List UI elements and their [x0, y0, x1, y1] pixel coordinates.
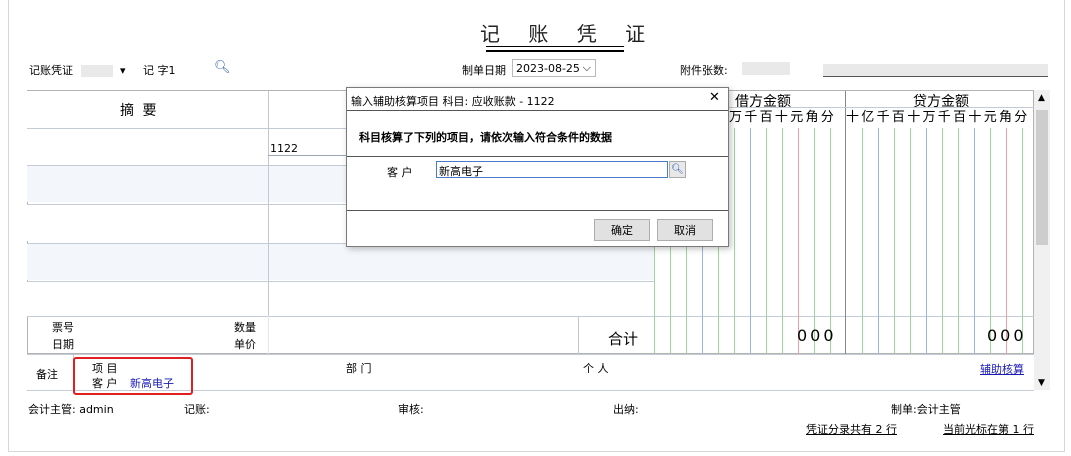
preparer-label: 制单:会计主管: [891, 403, 961, 416]
attachments-field[interactable]: [742, 62, 790, 75]
voucher-type-label: 记账凭证: [29, 64, 73, 77]
entry-row-4[interactable]: [27, 243, 654, 280]
individual-label: 个 人: [583, 362, 609, 375]
date-row-label: 日期: [52, 338, 74, 351]
remarks-label: 备注: [36, 368, 58, 381]
entries-count: 凭证分录共有 2 行: [806, 423, 897, 436]
cursor-position: 当前光标在第 1 行: [943, 423, 1034, 436]
unit-price-label: 单价: [234, 338, 256, 351]
cashier-label: 出纳:: [613, 403, 639, 416]
extra-field[interactable]: [823, 64, 1048, 77]
ticket-no-label: 票号: [52, 321, 74, 334]
bookkeeper-label: 记账:: [184, 403, 210, 416]
dialog-message: 科目核算了下列的项目，请依次输入符合条件的数据: [359, 131, 612, 144]
title-underline-double: [486, 50, 624, 52]
scrollbar-thumb[interactable]: [1036, 110, 1048, 245]
debit-units: 万千百十元角分: [729, 110, 837, 125]
chevron-down-icon[interactable]: ▾: [120, 64, 126, 77]
entry-row-5[interactable]: [27, 281, 654, 317]
chevron-down-icon[interactable]: ⌵: [583, 61, 591, 75]
date-field[interactable]: 2023-08-25 ⌵: [512, 59, 596, 77]
cancel-button[interactable]: 取消: [657, 219, 713, 241]
scroll-down-icon[interactable]: ▼: [1038, 378, 1045, 388]
auditor-label: 审核:: [398, 403, 424, 416]
voucher-type-select[interactable]: 记账凭证 ▾: [29, 62, 126, 78]
dialog-customer-label: 客 户: [387, 166, 413, 179]
title-underline: [486, 46, 624, 47]
voucher-word[interactable]: 记 字1: [143, 62, 176, 78]
search-icon[interactable]: 🔍︎: [669, 161, 686, 178]
row1-account-code: 1122: [270, 142, 298, 155]
credit-units: 十亿千百十万千百十元角分: [846, 110, 1030, 125]
dialog-customer-input[interactable]: 新高电子: [436, 161, 668, 178]
date-label: 制单日期: [462, 64, 506, 77]
total-label: 合计: [608, 330, 639, 348]
ok-button[interactable]: 确定: [594, 219, 650, 241]
dialog-title: 输入辅助核算项目 科目: 应收账款 - 1122: [351, 95, 555, 108]
scroll-up-icon[interactable]: ▲: [1038, 93, 1045, 103]
summary-header: 摘 要: [120, 103, 159, 119]
highlight-box: [73, 357, 193, 395]
search-icon[interactable]: 🔍︎: [214, 60, 231, 75]
credit-total: 000: [987, 326, 1027, 345]
department-label: 部 门: [346, 362, 372, 375]
attachments-label: 附件张数:: [680, 64, 728, 77]
supervisor-label: 会计主管: admin: [28, 403, 114, 416]
quantity-label: 数量: [234, 321, 256, 334]
aux-accounting-dialog: 输入辅助核算项目 科目: 应收账款 - 1122 ✕ 科目核算了下列的项目，请依…: [346, 87, 729, 247]
aux-accounting-button[interactable]: 辅助核算: [980, 361, 1024, 377]
debit-total: 000: [797, 326, 837, 345]
close-icon[interactable]: ✕: [709, 90, 720, 105]
page-title: 记 账 凭 证: [480, 22, 657, 46]
